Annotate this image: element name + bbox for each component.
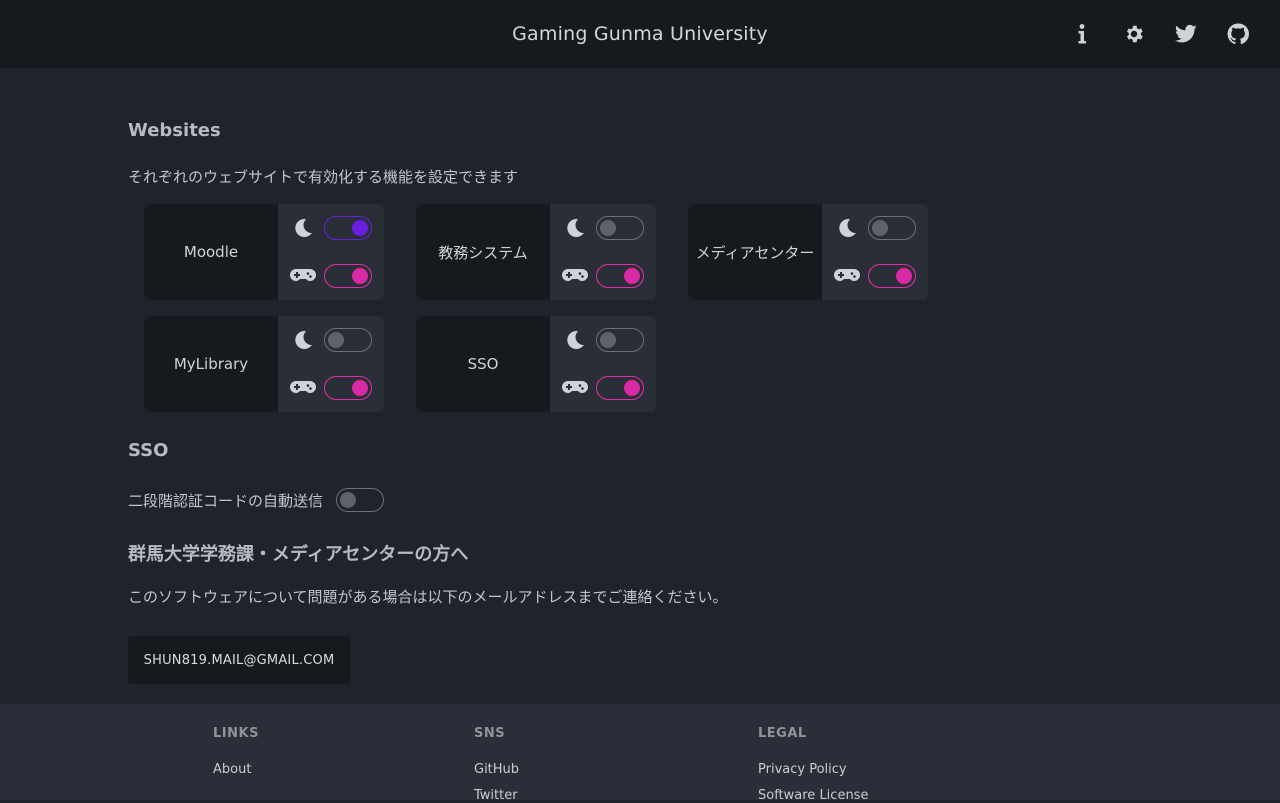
- dark-mode-toggle[interactable]: [596, 216, 644, 240]
- moon-icon: [290, 327, 316, 353]
- footer-link-github[interactable]: GitHub: [474, 762, 519, 777]
- github-icon[interactable]: [1226, 22, 1250, 46]
- footer-link-twitter[interactable]: Twitter: [474, 788, 518, 803]
- app-header: Gaming Gunma University: [0, 0, 1280, 68]
- toggle-knob: [872, 220, 888, 236]
- website-name: MyLibrary: [144, 316, 278, 412]
- website-name: 教務システム: [416, 204, 550, 300]
- dark-mode-toggle[interactable]: [868, 216, 916, 240]
- gaming-toggle[interactable]: [868, 264, 916, 288]
- moon-icon: [562, 215, 588, 241]
- toggle-knob: [340, 492, 356, 508]
- footer-link-software-license[interactable]: Software License: [758, 788, 868, 803]
- sso-auto-send-label: 二段階認証コードの自動送信: [128, 492, 324, 510]
- website-card-moodle: Moodle: [144, 204, 384, 300]
- footer-link-privacy-policy[interactable]: Privacy Policy: [758, 762, 847, 777]
- toggle-knob: [600, 220, 616, 236]
- gaming-toggle[interactable]: [596, 264, 644, 288]
- website-card-media-center: メディアセンター: [688, 204, 928, 300]
- contact-heading: 群馬大学学務課・メディアセンターの方へ: [128, 544, 469, 565]
- footer-legal-heading: LEGAL: [758, 726, 807, 741]
- footer-sns-heading: SNS: [474, 726, 506, 741]
- toggle-knob: [896, 268, 912, 284]
- websites-heading: Websites: [128, 120, 221, 141]
- gaming-toggle[interactable]: [596, 376, 644, 400]
- gamepad-icon: [562, 375, 588, 401]
- dark-mode-toggle[interactable]: [324, 216, 372, 240]
- website-card-mylibrary: MyLibrary: [144, 316, 384, 412]
- gaming-toggle[interactable]: [324, 264, 372, 288]
- contact-description: このソフトウェアについて問題がある場合は以下のメールアドレスまでご連絡ください。: [128, 588, 728, 606]
- gamepad-icon: [290, 375, 316, 401]
- moon-icon: [562, 327, 588, 353]
- website-name: メディアセンター: [688, 204, 822, 300]
- toggle-knob: [328, 332, 344, 348]
- dark-mode-toggle[interactable]: [324, 328, 372, 352]
- website-card-sso: SSO: [416, 316, 656, 412]
- footer-link-about[interactable]: About: [213, 762, 251, 777]
- gamepad-icon: [562, 263, 588, 289]
- gamepad-icon: [290, 263, 316, 289]
- websites-description: それぞれのウェブサイトで有効化する機能を設定できます: [128, 168, 519, 186]
- moon-icon: [290, 215, 316, 241]
- info-icon[interactable]: [1070, 22, 1094, 46]
- moon-icon: [834, 215, 860, 241]
- email-button[interactable]: SHUN819.MAIL@GMAIL.COM: [128, 636, 350, 684]
- sso-auto-send-toggle[interactable]: [336, 488, 384, 512]
- website-card-kyomu: 教務システム: [416, 204, 656, 300]
- gamepad-icon: [834, 263, 860, 289]
- gaming-toggle[interactable]: [324, 376, 372, 400]
- toggle-knob: [352, 220, 368, 236]
- footer-links-heading: LINKS: [213, 726, 259, 741]
- toggle-knob: [624, 268, 640, 284]
- toggle-knob: [352, 268, 368, 284]
- website-name: SSO: [416, 316, 550, 412]
- twitter-icon[interactable]: [1174, 22, 1198, 46]
- toggle-knob: [624, 380, 640, 396]
- dark-mode-toggle[interactable]: [596, 328, 644, 352]
- toggle-knob: [352, 380, 368, 396]
- website-name: Moodle: [144, 204, 278, 300]
- footer: LINKS About SNS GitHub Twitter LEGAL Pri…: [0, 704, 1280, 803]
- gear-icon[interactable]: [1122, 22, 1146, 46]
- sso-heading: SSO: [128, 440, 169, 461]
- toggle-knob: [600, 332, 616, 348]
